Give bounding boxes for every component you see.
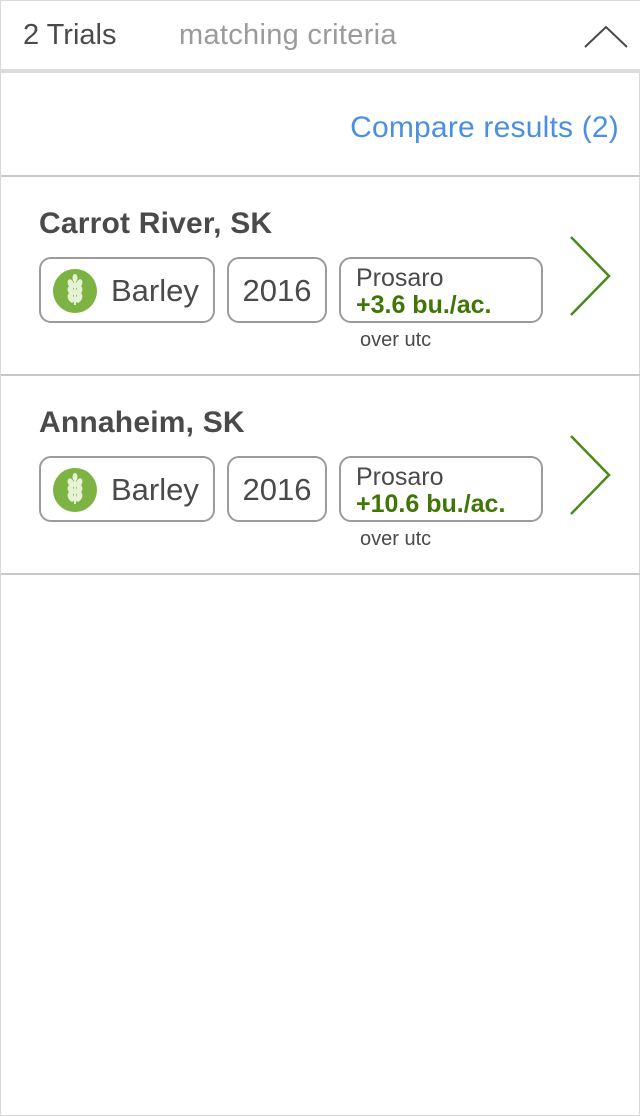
chevron-up-icon (584, 25, 628, 48)
wheat-icon (53, 468, 97, 512)
crop-label: Barley (111, 273, 199, 308)
product-name: Prosaro (356, 264, 444, 292)
trial-location: Annaheim, SK (39, 406, 245, 439)
year-label: 2016 (242, 472, 312, 507)
year-chip: 2016 (227, 257, 327, 323)
yield-gain: +3.6 bu./ac. (356, 291, 492, 319)
year-chip: 2016 (227, 456, 327, 522)
compare-row: Compare results (2) (1, 77, 640, 177)
criteria-label: matching criteria (179, 19, 397, 51)
comparison-label: over utc (360, 528, 432, 550)
crop-chip: Barley (39, 456, 215, 522)
app-frame: 2 Trials matching criteria Compare resul… (0, 0, 640, 1116)
trial-count: 2 Trials (23, 19, 117, 51)
chevron-right-icon (570, 236, 611, 316)
wheat-icon (53, 269, 97, 313)
product-name: Prosaro (356, 463, 444, 491)
product-chip: Prosaro +10.6 bu./ac. (339, 456, 543, 522)
compare-results-link[interactable]: Compare results (2) (350, 111, 619, 145)
chevron-right-icon (570, 435, 611, 515)
year-label: 2016 (242, 273, 312, 308)
product-chip: Prosaro +3.6 bu./ac. (339, 257, 543, 323)
trial-row[interactable]: Carrot River, SK Barley 2016 Prosaro +3.… (1, 177, 640, 376)
trial-row[interactable]: Annaheim, SK Barley 2016 Prosaro +10.6 b… (1, 376, 640, 575)
crop-label: Barley (111, 472, 199, 507)
results-header: 2 Trials matching criteria (1, 1, 640, 73)
comparison-label: over utc (360, 329, 432, 351)
trial-location: Carrot River, SK (39, 207, 273, 240)
crop-chip: Barley (39, 257, 215, 323)
yield-gain: +10.6 bu./ac. (356, 490, 506, 518)
collapse-button[interactable] (579, 15, 633, 59)
